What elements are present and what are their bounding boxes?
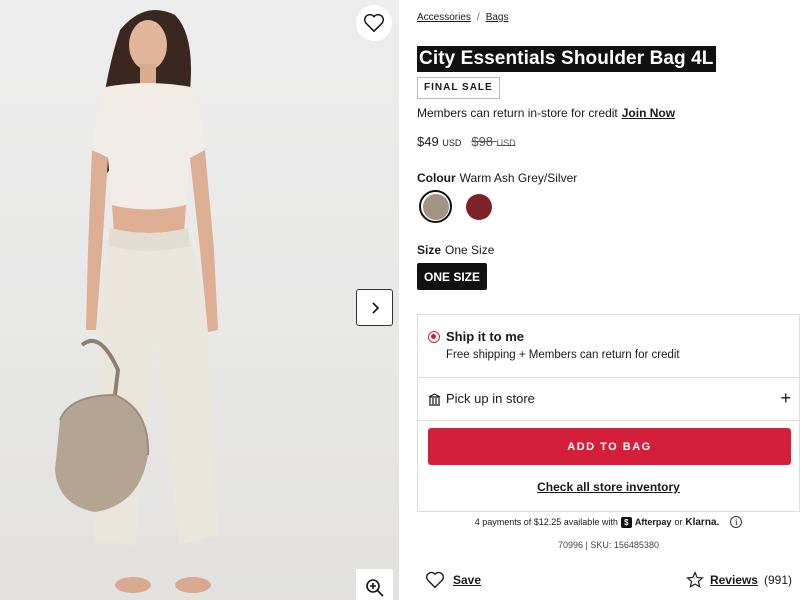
heart-icon [364, 13, 384, 33]
breadcrumb-bags[interactable]: Bags [486, 12, 509, 23]
breadcrumb: Accessories / Bags [417, 12, 508, 23]
ship-title: Ship it to me [446, 329, 524, 344]
heart-icon [426, 571, 444, 589]
afterpay-brand: Afterpay [634, 517, 672, 527]
selected-size: One Size [445, 243, 495, 257]
members-note: Members can return in-store for credit Jo… [417, 106, 675, 120]
payment-text: 4 payments of $12.25 available with [474, 517, 618, 527]
fulfilment-box: Ship it to me Free shipping + Members ca… [417, 314, 800, 512]
divider [418, 420, 799, 421]
reviews-label: Reviews [709, 573, 758, 587]
add-to-bag-button[interactable]: ADD TO BAG [428, 428, 791, 465]
save-button[interactable]: Save [425, 571, 481, 589]
wishlist-button[interactable] [356, 5, 392, 41]
store-icon [428, 393, 441, 406]
product-details: Accessories / Bags City Essentials Shoul… [417, 0, 800, 600]
swatch-burgundy[interactable] [462, 190, 495, 223]
next-image-button[interactable] [356, 289, 393, 326]
chevron-right-icon [371, 301, 379, 314]
swatch-warm-ash-grey[interactable] [419, 190, 452, 223]
star-icon [686, 571, 704, 588]
payment-options: 4 payments of $12.25 available with $ Af… [417, 516, 800, 528]
sku-line: 70996 | SKU: 156485380 [558, 540, 659, 550]
ship-subtitle: Free shipping + Members can return for c… [446, 349, 680, 361]
pickup-option[interactable]: Pick up in store + [428, 389, 791, 409]
product-image[interactable] [0, 0, 399, 600]
product-title: City Essentials Shoulder Bag 4L [417, 46, 716, 72]
reviews-count: (991) [763, 573, 792, 587]
save-label: Save [453, 573, 482, 587]
size-label: Size One Size [417, 243, 495, 257]
afterpay-icon: $ [620, 516, 632, 528]
selected-colour-name: Warm Ash Grey/Silver [459, 171, 578, 185]
model-photo [55, 10, 218, 593]
info-icon[interactable]: i [730, 516, 743, 528]
original-price: $98 USD [471, 134, 516, 149]
members-note-text: Members can return in-store for credit [417, 106, 618, 120]
divider [418, 377, 799, 378]
swatch-color [422, 193, 449, 220]
ship-radio[interactable] [428, 331, 440, 343]
swatch-color [465, 193, 492, 220]
check-store-inventory-link[interactable]: Check all store inventory [418, 480, 799, 494]
klarna-brand: Klarna. [685, 516, 720, 528]
breadcrumb-separator: / [476, 12, 480, 23]
join-now-link[interactable]: Join Now [622, 106, 675, 120]
pickup-label: Pick up in store [446, 391, 535, 406]
plus-icon[interactable]: + [780, 389, 791, 407]
colour-swatches [419, 190, 495, 223]
reviews-link[interactable]: Reviews (991) [686, 571, 792, 589]
payment-or: or [674, 517, 683, 527]
price: $49 USD $98 USD [417, 134, 516, 149]
zoom-in-icon [365, 578, 384, 597]
breadcrumb-accessories[interactable]: Accessories [417, 12, 471, 23]
size-one-size-button[interactable]: ONE SIZE [417, 263, 487, 290]
colour-label: Colour Warm Ash Grey/Silver [417, 171, 578, 185]
final-sale-badge: FINAL SALE [417, 77, 500, 99]
zoom-button[interactable] [356, 569, 393, 600]
sale-price: $49 USD [417, 134, 462, 149]
